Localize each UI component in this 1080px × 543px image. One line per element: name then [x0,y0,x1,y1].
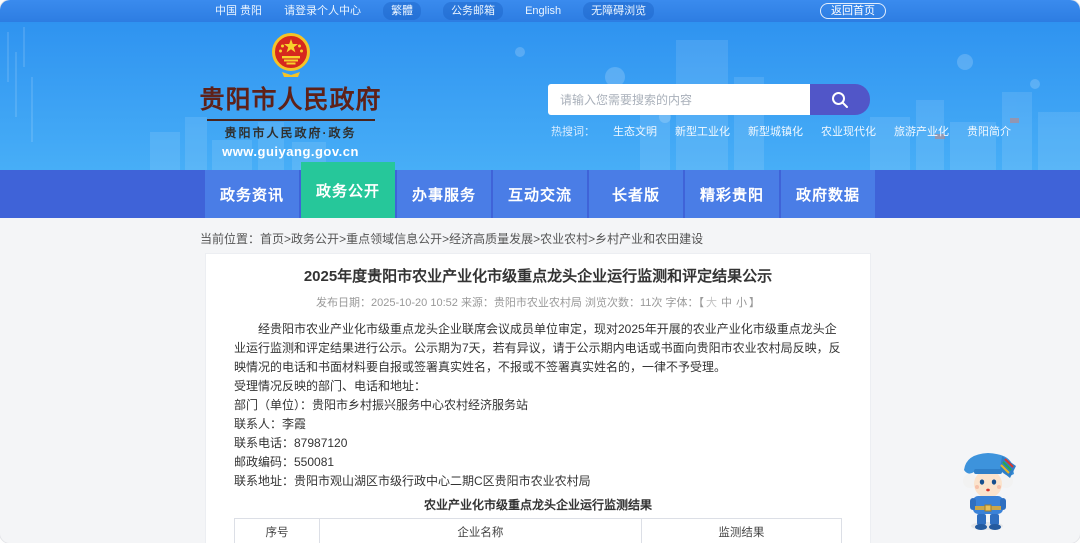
article-card: 2025年度贵阳市农业产业化市级重点龙头企业运行监测和评定结果公示 发布日期：2… [205,253,871,543]
hot-word-link[interactable]: 新型工业化 [675,123,730,139]
topbar-link[interactable]: 无障碍浏览 [583,2,655,20]
hot-word-link[interactable]: 旅游产业化 [894,123,949,139]
address-line: 联系地址：贵阳市观山湖区市级行政中心二期C区贵阳市农业农村局 [234,474,591,488]
announcement-paragraph: 经贵阳市农业产业化市级重点龙头企业联席会议成员单位审定，现对2025年开展的农业… [234,322,841,374]
topbar-link[interactable]: 繁體 [383,2,422,20]
font-size-control[interactable]: 小 [736,297,747,309]
site-logo[interactable]: 贵阳市人民政府 贵阳市人民政府·政务 www.guiyang.gov.cn [200,32,381,159]
monitoring-result-table: 序号企业名称监测结果 1贵州合力超市采购有限公司合格2贵州友禾种业有限公司合格3… [234,518,843,543]
title-divider [206,119,375,121]
nav-tab-政务公开[interactable]: 政务公开 [301,162,395,218]
site-title: 贵阳市人民政府 [199,86,382,114]
search-input[interactable] [548,84,810,115]
accept-intro-line: 受理情况反映的部门、电话和地址： [234,379,427,393]
table-header-cell: 序号 [234,518,320,543]
phone-line: 联系电话：87987120 [234,436,348,450]
site-banner: 贵阳市人民政府 贵阳市人民政府·政务 www.guiyang.gov.cn 热搜… [0,22,1080,170]
article-source: 来源：贵阳市农业农村局 [460,297,582,309]
breadcrumb-link[interactable]: 农业农村 [540,232,588,246]
breadcrumb-link[interactable]: 乡村产业和农田建设 [595,232,703,246]
table-header-row: 序号 企业名称 监测结果 [234,518,843,543]
top-utility-bar: 中国 贵阳 请登录个人中心 繁體 公务邮箱 English 无障碍浏览 返回首页 [0,0,1080,22]
department-line: 部门（单位）：贵阳市乡村振兴服务中心农村经济服务站 [234,398,529,412]
nav-items: 政务资讯 政务公开 办事服务 互动交流 长者版 精彩贵阳 政府数据 [205,162,875,218]
hot-words-label: 热搜词： [551,126,595,138]
font-size-label-end: 】 [748,297,760,309]
hot-word-link[interactable]: 贵阳简介 [967,123,1011,139]
view-count: 浏览次数：11次 [585,297,663,309]
postcode-line: 邮政编码：550081 [234,455,335,469]
nav-tab-政府数据[interactable]: 政府数据 [781,170,875,218]
site-subtitle: 贵阳市人民政府·政务 [224,126,357,140]
search-button[interactable] [810,84,870,115]
search-bar [548,84,870,115]
topbar-links: 中国 贵阳 请登录个人中心 繁體 公务邮箱 English 无障碍浏览 [215,2,655,20]
breadcrumb-link[interactable]: 政务公开 [291,232,339,246]
nav-tab-长者版[interactable]: 长者版 [589,170,683,218]
table-header-cell: 监测结果 [640,518,843,543]
nav-tab-互动交流[interactable]: 互动交流 [493,170,587,218]
article-meta: 发布日期：2025-10-20 10:52 来源：贵阳市农业农村局 浏览次数：1… [234,294,842,310]
contact-line: 联系人：李霞 [234,417,307,431]
hot-search-words: 热搜词： 生态文明 新型工业化 新型城镇化 农业现代化 旅游产业化 贵阳简介 [551,123,1011,139]
hot-word-link[interactable]: 生态文明 [613,123,657,139]
breadcrumb: 当前位置：首页>政务公开>重点领域信息公开>经济高质量发展>农业农村>乡村产业和… [200,232,704,246]
font-size-control[interactable]: 大 [706,297,717,309]
mascot-assistant-icon[interactable] [958,448,1020,534]
search-icon [832,91,848,108]
nav-tab-办事服务[interactable]: 办事服务 [397,170,491,218]
topbar-link[interactable]: 公务邮箱 [443,2,504,20]
hot-word-link[interactable]: 新型城镇化 [748,123,803,139]
page: 中国 贵阳 请登录个人中心 繁體 公务邮箱 English 无障碍浏览 返回首页 [0,0,1080,543]
article-body: 经贵阳市农业产业化市级重点龙头企业联席会议成员单位审定，现对2025年开展的农业… [234,320,842,491]
breadcrumb-link[interactable]: 经济高质量发展 [449,232,533,246]
table-caption: 农业产业化市级重点龙头企业运行监测结果 [423,498,652,512]
font-size-control[interactable]: 中 [721,297,732,309]
publish-date: 发布日期：2025-10-20 10:52 [316,297,458,309]
nav-tab-精彩贵阳[interactable]: 精彩贵阳 [685,170,779,218]
breadcrumb-link[interactable]: 首页 [260,232,284,246]
national-emblem-icon [271,33,310,77]
topbar-link[interactable]: 请登录个人中心 [284,3,361,19]
nav-tab-政务资讯[interactable]: 政务资讯 [205,170,299,218]
topbar-link[interactable]: 中国 贵阳 [215,3,262,19]
breadcrumb-link[interactable]: 重点领域信息公开 [346,232,442,246]
return-home-button[interactable]: 返回首页 [820,3,886,19]
topbar-link[interactable]: English [525,3,561,19]
main-navigation: 政务资讯 政务公开 办事服务 互动交流 长者版 精彩贵阳 政府数据 [0,162,1080,218]
article-title: 2025年度贵阳市农业产业化市级重点龙头企业运行监测和评定结果公示 [303,268,773,285]
cityscape-decoration [7,27,1080,170]
font-size-label: 字体：【 [665,297,704,309]
site-url: www.guiyang.gov.cn [222,144,359,159]
hot-word-link[interactable]: 农业现代化 [821,123,876,139]
table-header-cell: 企业名称 [318,518,642,543]
breadcrumb-label: 当前位置： [200,232,261,246]
